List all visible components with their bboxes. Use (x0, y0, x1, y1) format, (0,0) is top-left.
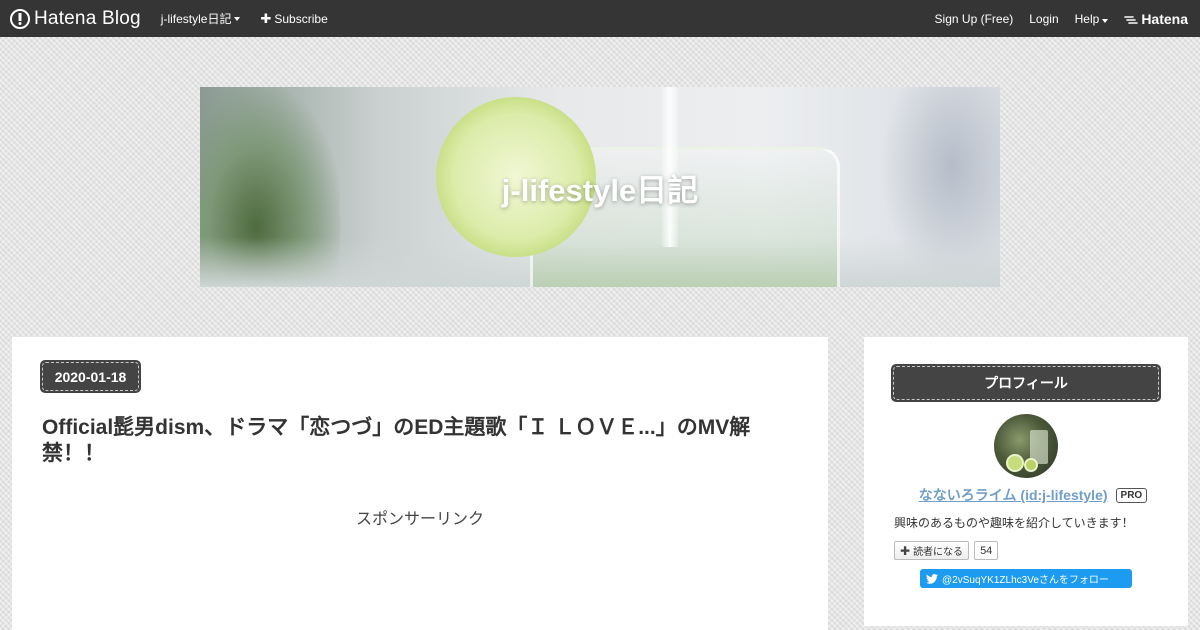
hatena-brand-icon (1124, 15, 1139, 24)
global-header: Hatena Blog j-lifestyle日記 ✚ Subscribe Si… (0, 0, 1200, 37)
subscribe-row: ✚ 読者になる 54 (894, 541, 999, 560)
avatar-lime (1024, 458, 1038, 472)
hatena-logo-icon (10, 8, 30, 29)
blog-menu-label: j-lifestyle日記 (160, 12, 232, 26)
hatena-brand-link[interactable]: Hatena (1124, 11, 1188, 27)
signup-link[interactable]: Sign Up (Free) (935, 12, 1014, 26)
blog-title[interactable]: j-lifestyle日記 (200, 87, 1000, 287)
hatena-blog-logo[interactable]: Hatena Blog (10, 0, 141, 37)
caret-down-icon (234, 16, 241, 21)
twitter-follow-label: @2vSuqYK1ZLhc3Veさんをフォロー (942, 575, 1109, 586)
module-title-text: プロフィール (893, 366, 1159, 400)
entry-title[interactable]: Official髭男dism、ドラマ「恋つづ」のED主題歌「Ｉ ＬＯＶＥ...」… (42, 415, 782, 466)
sidebar-profile-module: プロフィール なないろライム (id:j-lifestyle) PRO 興味のあ… (864, 337, 1188, 626)
twitter-bird-icon (926, 573, 938, 584)
subscribe-link[interactable]: ✚ Subscribe (260, 11, 327, 27)
caret-down-icon (1102, 18, 1109, 23)
help-menu[interactable]: Help (1075, 12, 1109, 26)
plus-icon: ✚ (260, 10, 272, 26)
logo-text: Hatena Blog (34, 7, 141, 29)
subscribe-button[interactable]: ✚ 読者になる (894, 541, 970, 560)
twitter-follow-button[interactable]: @2vSuqYK1ZLhc3Veさんをフォロー (920, 569, 1132, 588)
pro-badge[interactable]: PRO (1115, 487, 1148, 503)
subscriber-count[interactable]: 54 (974, 541, 999, 560)
entry-date-badge[interactable]: 2020-01-18 (40, 360, 141, 393)
profile-name-link[interactable]: なないろライム (id:j-lifestyle) (919, 485, 1108, 505)
module-title: プロフィール (891, 364, 1161, 402)
main-article: 2020-01-18 Official髭男dism、ドラマ「恋つづ」のED主題歌… (12, 337, 828, 630)
subscribe-label: Subscribe (274, 11, 328, 26)
entry-date: 2020-01-18 (42, 362, 139, 391)
profile-description: 興味のあるものや趣味を紹介していきます！ (894, 516, 1134, 530)
blog-menu[interactable]: j-lifestyle日記 (161, 10, 241, 27)
avatar[interactable] (994, 414, 1058, 478)
help-label: Help (1074, 11, 1100, 26)
sponsor-label: スポンサーリンク (355, 511, 484, 528)
login-link[interactable]: Login (1029, 12, 1058, 26)
plus-icon: ✚ (900, 543, 911, 558)
avatar-lime (1006, 454, 1024, 472)
profile-name-row: なないろライム (id:j-lifestyle) PRO (864, 485, 1188, 505)
brand-label: Hatena (1141, 10, 1188, 27)
blog-header-image[interactable]: j-lifestyle日記 (200, 87, 1000, 287)
subscribe-button-label: 読者になる (913, 547, 964, 558)
